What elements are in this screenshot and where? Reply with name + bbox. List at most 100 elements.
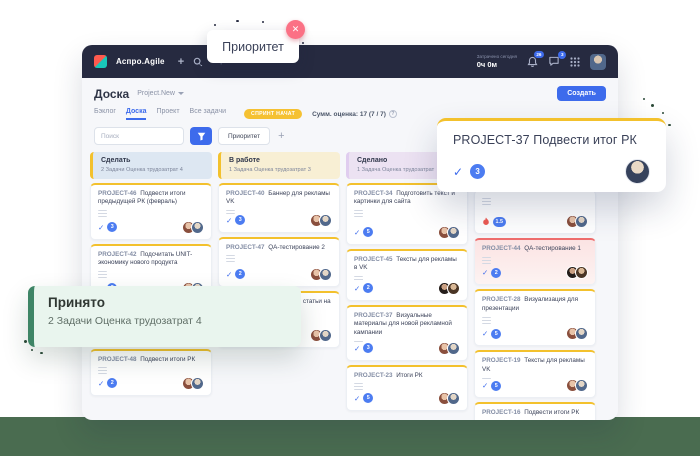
check-icon: ✓ (354, 284, 360, 293)
add-icon[interactable]: + (178, 56, 184, 68)
estimate-badge: 2 (363, 283, 373, 293)
page-bottom-band (0, 417, 700, 456)
check-icon: ✓ (453, 165, 463, 179)
sketch-dot (232, 65, 235, 67)
estimate-badge: 3 (363, 343, 373, 353)
estimate-badge: 2 (235, 269, 245, 279)
assignee-avatars (566, 215, 588, 228)
estimate-badge: 1.5 (493, 217, 506, 227)
task-card[interactable]: PROJECT-44 QA-тестирование 1 ✓2 (474, 238, 596, 285)
task-card-title: PROJECT-44 QA-тестирование 1 (482, 245, 588, 254)
task-card-meta: ✓3 (226, 214, 332, 227)
add-filter-button[interactable]: + (276, 130, 286, 142)
task-card-title: PROJECT-42 Подсчитать UNIT-экономику нов… (98, 251, 204, 269)
description-icon (98, 367, 107, 374)
avatar (319, 329, 332, 342)
estimate-badge: 2 (107, 378, 117, 388)
task-card[interactable]: PROJECT-19 Тексты для рекламы VK✓5 (474, 350, 596, 398)
task-card-meta: ✓2 (482, 266, 588, 279)
sketch-dot (236, 20, 239, 22)
task-card-id: PROJECT-16 (482, 409, 521, 416)
task-card-id: PROJECT-34 (354, 190, 393, 197)
close-icon[interactable]: ✕ (286, 20, 305, 39)
avatar (319, 268, 332, 281)
avatar (447, 392, 460, 405)
avatar (575, 266, 588, 279)
task-card[interactable]: PROJECT-40 Баннер для рекламы VK✓3 (218, 183, 340, 233)
sketch-dot (276, 64, 279, 66)
priority-filter-chip[interactable]: Приоритет (218, 127, 270, 145)
filter-button[interactable] (190, 127, 212, 145)
app-titlebar: Аспро.Agile + Спринты Затрачено сегодня … (82, 45, 618, 78)
sketch-dot (214, 24, 216, 26)
task-card[interactable]: PROJECT-47 QA-тестирование 2 ✓2 (218, 237, 340, 287)
task-card-id: PROJECT-40 (226, 190, 265, 197)
notifications-button[interactable]: 26 (527, 56, 538, 68)
assignee-avatars (438, 282, 460, 295)
task-card-meta: ✓2 (98, 377, 204, 390)
assignee-avatars (182, 377, 204, 390)
task-card-id: PROJECT-47 (226, 244, 265, 251)
description-icon (482, 198, 491, 205)
sprint-summary: Сумм. оценка: 17 (7 / 7) ? (312, 110, 397, 118)
column-header[interactable]: В работе1 Задача Оценка трудозатрат 3 (218, 152, 340, 179)
app-window: Аспро.Agile + Спринты Затрачено сегодня … (82, 45, 618, 420)
task-card-title: PROJECT-47 QA-тестирование 2 (226, 244, 332, 253)
apps-grid-icon[interactable] (570, 57, 580, 67)
task-card[interactable]: PROJECT-45 Тексты для рекламы в VK✓2 (346, 249, 468, 301)
sketch-dot (262, 21, 264, 23)
task-preview-card[interactable]: PROJECT-37 Подвести итог РК ✓ 3 (437, 118, 666, 192)
task-card-meta: ✓5 (482, 379, 588, 392)
task-card-id: PROJECT-23 (354, 372, 393, 379)
messages-badge: 3 (558, 51, 566, 59)
avatar (447, 226, 460, 239)
sketch-dot (31, 349, 33, 351)
tab-project[interactable]: Проект (156, 108, 179, 120)
assignee-avatar (625, 159, 650, 184)
tab-all-tasks[interactable]: Все задачи (190, 108, 227, 120)
sketch-dot (24, 340, 27, 343)
user-avatar[interactable] (590, 54, 606, 70)
tab-backlog[interactable]: Бэклог (94, 108, 116, 120)
description-icon (98, 271, 107, 278)
avatar (575, 327, 588, 340)
page: Аспро.Agile + Спринты Затрачено сегодня … (0, 0, 700, 456)
avatar (575, 379, 588, 392)
task-card[interactable]: PROJECT-48 Подвести итоги РК✓2 (90, 349, 212, 396)
avatar (191, 221, 204, 234)
search-input[interactable] (94, 127, 184, 145)
assignee-avatars (310, 268, 332, 281)
task-card-id: PROJECT-46 (98, 190, 137, 197)
sketch-dot (214, 66, 216, 68)
estimate-badge: 5 (491, 381, 501, 391)
accepted-column-card: Принято 2 Задачи Оценка трудозатрат 4 (28, 286, 301, 347)
sketch-dot (668, 124, 671, 126)
task-card[interactable]: PROJECT-46 Подвести итоги предыдущей РК … (90, 183, 212, 240)
task-card[interactable]: PROJECT-37 Визуальные материалы для ново… (346, 305, 468, 361)
sketch-dot (662, 112, 664, 114)
task-card[interactable]: PROJECT-23 Итоги РК✓5 (346, 365, 468, 411)
task-card-id: PROJECT-19 (482, 357, 521, 364)
titlebar-right: Затрачено сегодня 0ч 0м 26 3 (477, 54, 606, 70)
column-name: Сделать (101, 157, 204, 164)
assignee-avatars (438, 342, 460, 355)
funnel-icon (197, 132, 206, 141)
task-card-meta: ✓3 (354, 342, 460, 355)
task-card-title: PROJECT-34 Подготовить текст и картинки … (354, 190, 460, 208)
priority-tooltip: Приоритет ✕ (207, 30, 299, 63)
sketch-dot (255, 66, 257, 68)
messages-button[interactable]: 3 (548, 56, 560, 67)
estimate-badge: 3 (107, 222, 117, 232)
task-card[interactable]: PROJECT-28 Визуализация для презентации✓… (474, 289, 596, 346)
task-card[interactable]: PROJECT-16 Подвести итоги РК (474, 402, 596, 420)
task-card-id: PROJECT-37 (354, 312, 393, 319)
create-button[interactable]: Создать (557, 86, 606, 101)
info-icon[interactable]: ? (389, 110, 397, 118)
task-card-meta: ✓2 (226, 268, 332, 281)
task-card[interactable]: 1.5 (474, 190, 596, 234)
project-selector[interactable]: Project.New (137, 90, 184, 97)
tab-board[interactable]: Доска (126, 108, 147, 120)
task-card-title: PROJECT-16 Подвести итоги РК (482, 409, 588, 418)
column-header[interactable]: Сделать2 Задачи Оценка трудозатрат 4 (90, 152, 212, 179)
page-title: Доска (94, 87, 129, 101)
